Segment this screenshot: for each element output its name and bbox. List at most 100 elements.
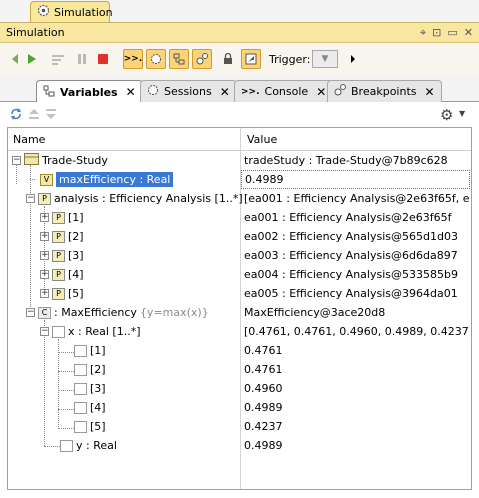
variable-name: maxEfficiency : Real	[56, 172, 174, 187]
part-property-icon: P	[52, 230, 65, 243]
table-row[interactable]: [5] 0.4237	[8, 417, 471, 436]
export-icon[interactable]	[241, 49, 261, 69]
refresh-icon[interactable]	[9, 107, 23, 124]
collapse-toggle[interactable]: −	[12, 156, 21, 165]
variable-name: [3]	[68, 249, 84, 262]
table-row[interactable]: + P [5] ea005 : Efficiency Analysis@3964…	[8, 284, 471, 303]
constraint-parameter-icon	[74, 401, 87, 414]
panel-title-bar: Simulation ⌖ ⊡ ▭ ✕	[0, 23, 479, 43]
simulation-icon	[37, 4, 50, 20]
variable-value: [ea001 : Efficiency Analysis@2e63f65f, e…	[244, 192, 470, 205]
constraint-property-icon: C	[38, 306, 51, 319]
session-settings-icon[interactable]	[146, 49, 166, 69]
part-property-icon: P	[52, 287, 65, 300]
close-icon[interactable]: ✕	[464, 26, 473, 40]
hierarchy-icon[interactable]	[169, 49, 189, 69]
breakpoints-icon	[334, 84, 346, 99]
variable-name: [3]	[90, 382, 106, 395]
lock-icon[interactable]	[218, 49, 238, 69]
tab-simulation-label: Simulation	[54, 5, 113, 19]
pause-icon[interactable]	[72, 49, 92, 69]
panel-title: Simulation	[6, 26, 65, 39]
variable-value: ea005 : Efficiency Analysis@3964da01	[244, 287, 458, 300]
table-row[interactable]: + P [2] ea002 : Efficiency Analysis@565d…	[8, 227, 471, 246]
table-row[interactable]: + P [1] ea001 : Efficiency Analysis@2e63…	[8, 208, 471, 227]
table-row[interactable]: − C : MaxEfficiency {y=max(x)} MaxEffici…	[8, 303, 471, 322]
table-row[interactable]: − P analysis : Efficiency Analysis [1..*…	[8, 189, 471, 208]
chevron-down-icon[interactable]: ▼	[459, 109, 465, 118]
variable-name: [4]	[90, 401, 106, 414]
variable-value: 0.4237	[244, 420, 283, 433]
column-header-name[interactable]: Name	[13, 133, 45, 146]
variable-value: ea004 : Efficiency Analysis@533585b9	[244, 268, 458, 281]
collapse-toggle[interactable]: −	[40, 327, 49, 336]
console-icon: >>.	[241, 86, 260, 97]
expand-toggle[interactable]: +	[40, 232, 49, 241]
variable-value: MaxEfficiency@3ace20d8	[244, 306, 386, 319]
variable-name: [2]	[68, 230, 84, 243]
table-row[interactable]: [1] 0.4761	[8, 341, 471, 360]
minimize-icon[interactable]: ▭	[447, 26, 457, 40]
variable-name: [1]	[68, 211, 84, 224]
column-header-value[interactable]: Value	[247, 133, 277, 146]
close-icon[interactable]: ✕	[425, 85, 435, 99]
tab-simulation[interactable]: Simulation	[30, 1, 113, 22]
trigger-dropdown[interactable]: ▼	[312, 50, 338, 68]
table-row-selected[interactable]: V maxEfficiency : Real 0.4989	[8, 170, 471, 189]
variable-value: 0.4989	[244, 439, 283, 452]
table-row[interactable]: y : Real 0.4989	[8, 436, 471, 455]
breakpoint-icon[interactable]	[192, 49, 212, 69]
variable-name: [5]	[90, 420, 106, 433]
variable-name: [2]	[90, 363, 106, 376]
tab-breakpoints[interactable]: Breakpoints ✕	[327, 80, 442, 102]
expand-toggle[interactable]: +	[40, 213, 49, 222]
collapse-all-icon[interactable]	[27, 107, 41, 124]
pin-icon[interactable]: ⌖	[420, 26, 426, 40]
variable-name: : MaxEfficiency	[54, 306, 137, 319]
variable-name: analysis : Efficiency Analysis [1..*]	[54, 192, 243, 205]
tab-sessions[interactable]: Sessions ✕	[140, 80, 237, 102]
animation-toggle-icon[interactable]: >>.	[123, 49, 143, 69]
expand-toggle[interactable]: +	[40, 270, 49, 279]
variable-value[interactable]: 0.4989	[241, 170, 470, 189]
restore-icon[interactable]: ⊡	[432, 26, 441, 40]
simulation-toolbar: >>. Trigger: ▼	[0, 43, 479, 76]
table-row[interactable]: + P [4] ea004 : Efficiency Analysis@5335…	[8, 265, 471, 284]
table-row[interactable]: − x : Real [1..*] [0.4761, 0.4761, 0.496…	[8, 322, 471, 341]
tab-console[interactable]: >>. Console ✕	[234, 80, 334, 102]
variable-value: 0.4761	[244, 363, 283, 376]
tab-console-label: Console	[264, 85, 309, 98]
expand-toggle[interactable]: +	[40, 251, 49, 260]
table-row[interactable]: + P [3] ea003 : Efficiency Analysis@6d6d…	[8, 246, 471, 265]
close-icon[interactable]: ✕	[220, 85, 230, 99]
close-icon[interactable]: ✕	[126, 85, 136, 99]
simulation-tabs: Variables ✕ Sessions ✕ >>. Console ✕ Bre…	[0, 76, 479, 103]
constraint-expression: {y=max(x)}	[139, 306, 209, 319]
close-icon[interactable]: ✕	[316, 85, 326, 99]
constraint-parameter-icon	[74, 344, 87, 357]
step-into-icon[interactable]	[48, 49, 68, 69]
part-property-icon: P	[52, 268, 65, 281]
variable-name: [1]	[90, 344, 106, 357]
run-button[interactable]	[22, 49, 42, 69]
stop-button[interactable]	[93, 49, 113, 69]
variable-value: 0.4989	[244, 401, 283, 414]
expand-arrow-icon[interactable]	[343, 49, 363, 69]
table-row[interactable]: [4] 0.4989	[8, 398, 471, 417]
expand-all-icon[interactable]	[44, 107, 58, 124]
constraint-parameter-icon	[52, 325, 65, 338]
collapse-toggle[interactable]: −	[26, 308, 35, 317]
table-row[interactable]: [3] 0.4960	[8, 379, 471, 398]
variables-icon	[43, 85, 55, 100]
part-property-icon: P	[52, 211, 65, 224]
collapse-toggle[interactable]: −	[26, 194, 35, 203]
gear-icon[interactable]: ⚙	[440, 106, 453, 124]
table-row[interactable]: − Trade-Study tradeStudy : Trade-Study@7…	[8, 151, 471, 170]
table-row[interactable]: [2] 0.4761	[8, 360, 471, 379]
variable-name: [5]	[68, 287, 84, 300]
tab-variables[interactable]: Variables ✕	[36, 80, 143, 103]
expand-toggle[interactable]: +	[40, 289, 49, 298]
variable-value: 0.4761	[244, 344, 283, 357]
chevron-down-icon: ▼	[321, 54, 329, 64]
variables-toolbar: ⚙ ▼	[0, 102, 479, 126]
